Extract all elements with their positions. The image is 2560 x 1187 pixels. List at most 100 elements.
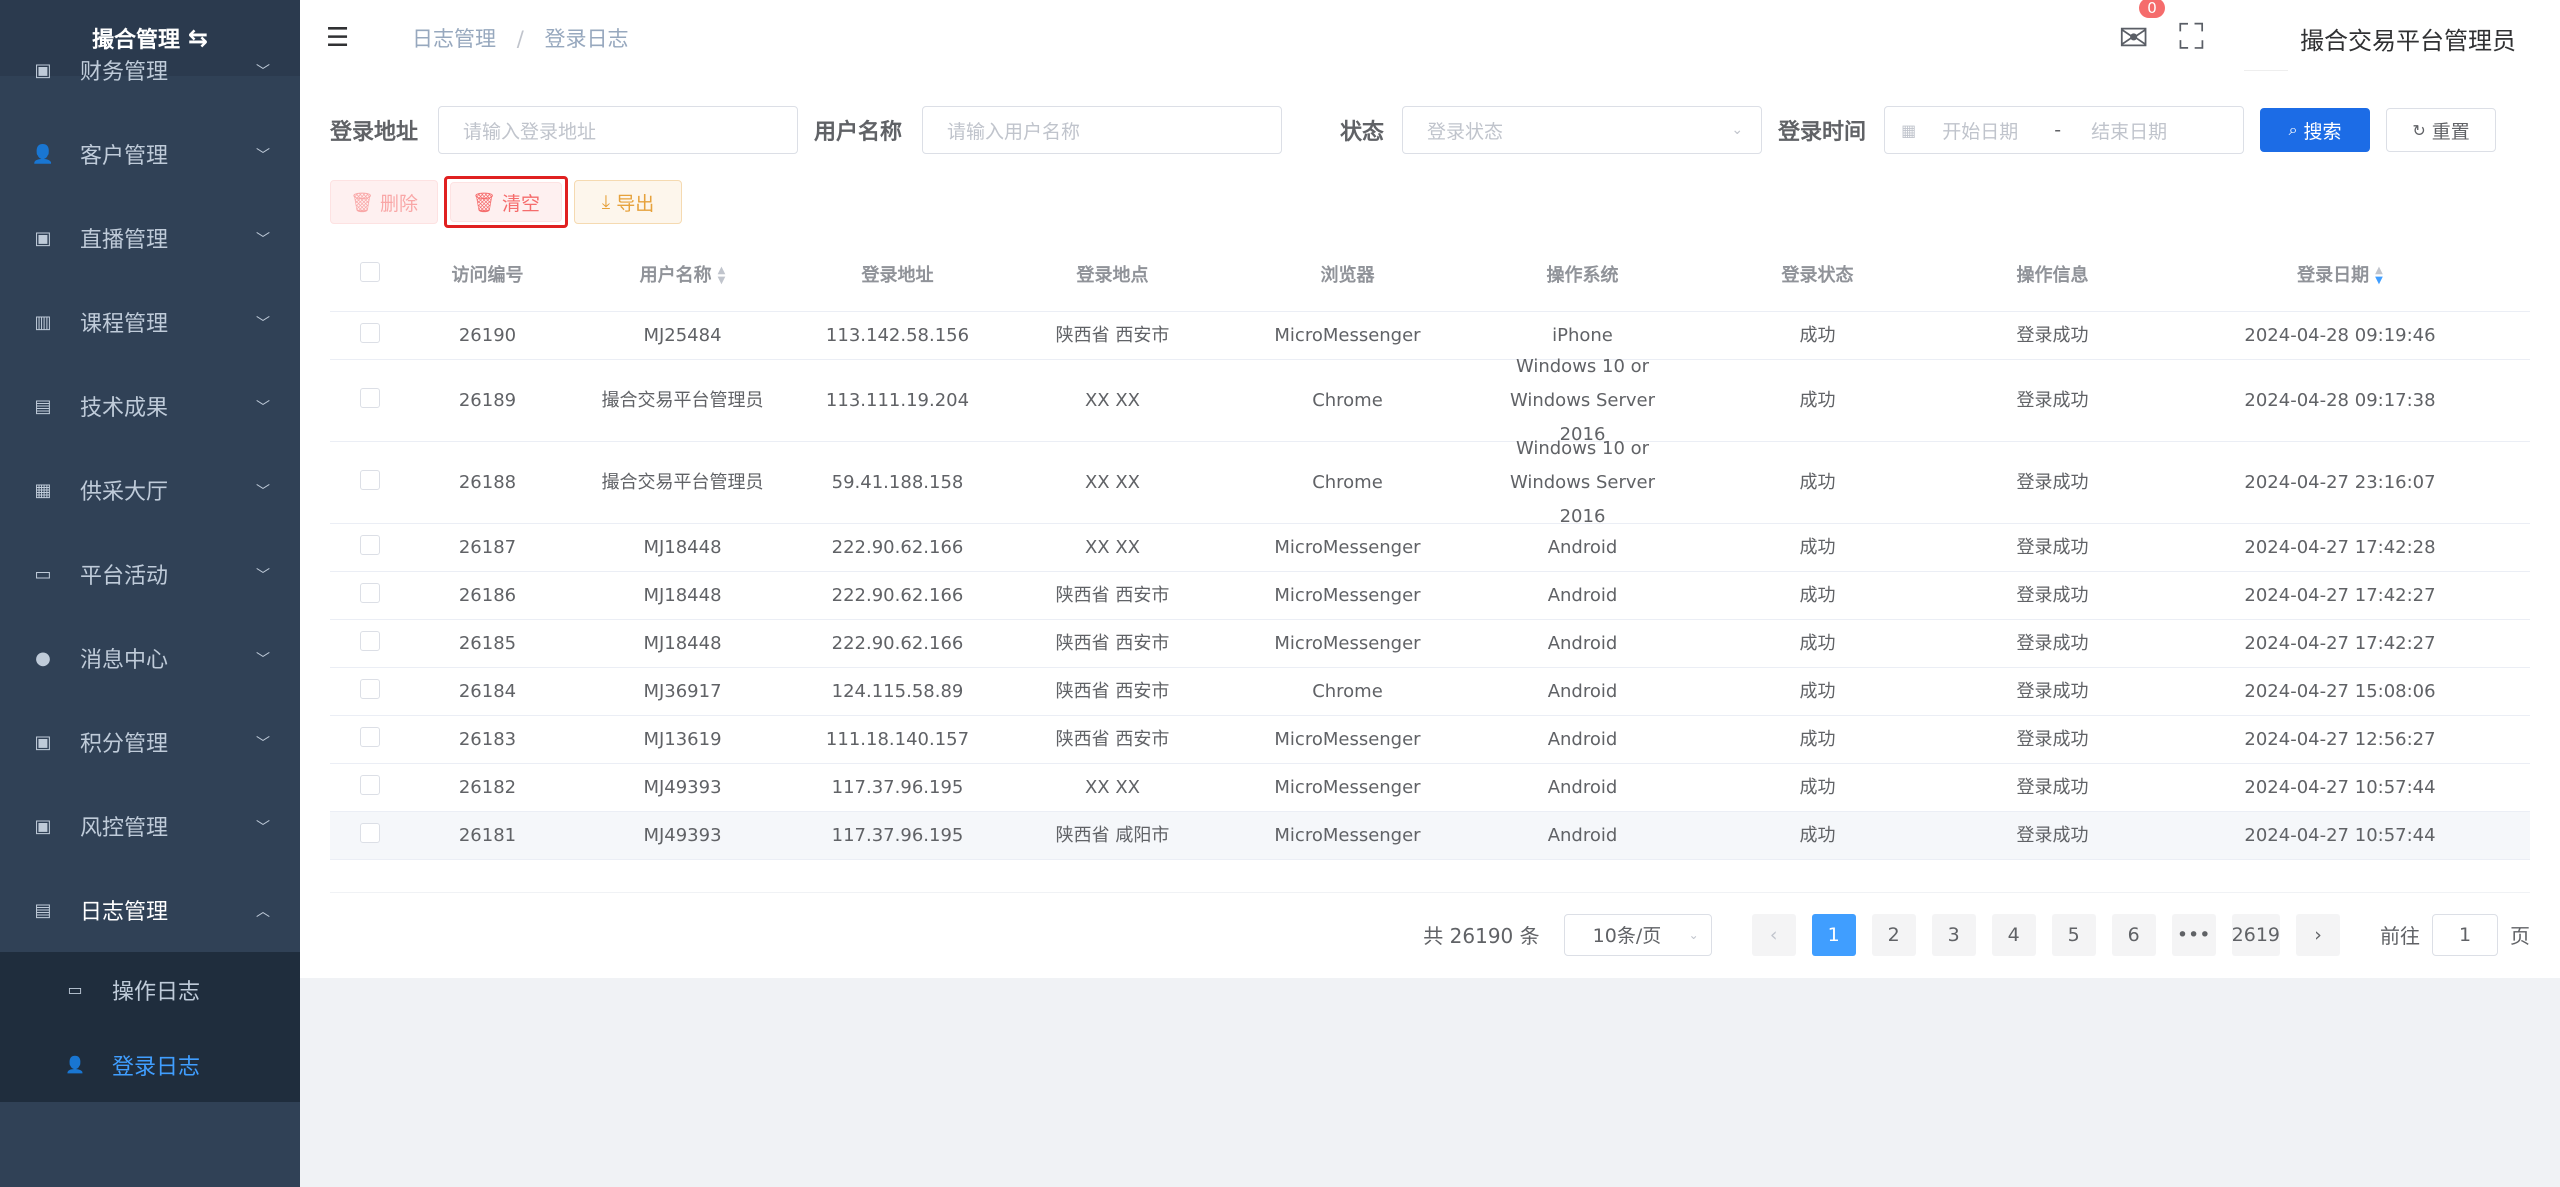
table-row[interactable]: 26189 撮合交易平台管理员 113.111.19.204 XX XX Chrome W… — [330, 356, 2530, 445]
sidebar-item-4[interactable]: ▤ 技术成果 ﹀ — [0, 364, 300, 448]
table-cell: 2024-04-27 15:08:06 — [2244, 680, 2436, 702]
total-count: 共 26190 条 — [1423, 924, 1540, 948]
goto-page-input[interactable]: 1 — [2432, 913, 2498, 956]
submenu-item-1[interactable]: 👤 登录日志 — [0, 1027, 300, 1102]
table-cell: 成功 — [1799, 471, 1836, 493]
table-row[interactable]: 26188 撮合交易平台管理员 59.41.188.158 XX XX Chrome Wi… — [330, 438, 2530, 527]
table-cell: 26188 — [458, 471, 517, 493]
page-size-select[interactable]: 10条/页 ⌄ — [1563, 913, 1712, 956]
page-button[interactable]: 3 — [1931, 913, 1976, 956]
row-checkbox[interactable] — [360, 775, 380, 795]
sort-icon[interactable]: ▲ ▼ — [718, 265, 726, 286]
sidebar-item-5[interactable]: ▦ 供采大厅 ﹀ — [0, 448, 300, 532]
table-row[interactable]: 26181 MJ49393 117.37.96.195 陕西省 咸阳市 MicroMes… — [330, 812, 2530, 860]
sidebar-item-9[interactable]: ▣ 风控管理 ﹀ — [0, 784, 300, 868]
chevron-down-icon: ﹀ — [256, 148, 270, 164]
table-row[interactable]: 26183 MJ13619 111.18.140.157 陕西省 西安市 MicroMe… — [330, 716, 2530, 764]
end-date[interactable]: 结束日期 — [2091, 117, 2167, 144]
sidebar-item-10[interactable]: ▤ 日志管理 ︿ — [0, 868, 300, 952]
submenu-item-0[interactable]: ▭ 操作日志 — [0, 952, 300, 1027]
page-button[interactable]: 5 — [2051, 913, 2096, 956]
fullscreen-icon[interactable]: ⛶ — [2179, 17, 2204, 59]
hamburger-icon[interactable]: ☰ — [326, 23, 350, 53]
start-date[interactable]: 开始日期 — [1942, 117, 2018, 144]
table-cell: 117.37.96.195 — [831, 824, 964, 846]
prev-page-button[interactable]: ‹ — [1751, 913, 1796, 956]
date-range-picker[interactable]: ▦ 开始日期 - 结束日期 — [1884, 106, 2245, 154]
page-button[interactable]: 2 — [1871, 913, 1916, 956]
sidebar-item-3[interactable]: ▥ 课程管理 ﹀ — [0, 280, 300, 364]
sidebar-item-7[interactable]: ● 消息中心 ﹀ — [0, 616, 300, 700]
select-all-checkbox[interactable] — [360, 261, 380, 282]
sidebar-item-8[interactable]: ▣ 积分管理 ﹀ — [0, 700, 300, 784]
table-cell: XX XX — [1084, 776, 1141, 798]
sidebar-item-6[interactable]: ▭ 平台活动 ﹀ — [0, 532, 300, 616]
clear-highlight: 🗑 清空 — [444, 176, 568, 228]
chevron-down-icon: ﹀ — [256, 820, 270, 836]
chevron-down-icon: ﹀ — [256, 652, 270, 668]
page-button[interactable]: 4 — [1991, 913, 2036, 956]
table-cell: Chrome — [1312, 680, 1383, 702]
page-button[interactable]: 1 — [1811, 913, 1856, 956]
more-pages-icon[interactable]: ••• — [2171, 913, 2216, 956]
row-checkbox[interactable] — [360, 535, 380, 555]
table-cell: 登录成功 — [2016, 728, 2089, 750]
row-checkbox[interactable] — [360, 470, 380, 490]
table-cell: MicroMessenger — [1274, 824, 1421, 846]
breadcrumb-item-log[interactable]: 日志管理 — [412, 27, 496, 51]
action-bar: 🗑 删除 🗑 清空 ⤓ 导出 — [330, 176, 682, 228]
row-checkbox[interactable] — [360, 323, 380, 343]
sidebar-item-1[interactable]: 👤 客户管理 ﹀ — [0, 112, 300, 196]
table-cell: 26186 — [458, 584, 517, 606]
user-label: 用户名称 — [814, 120, 903, 145]
table-row[interactable]: 26185 MJ18448 222.90.62.166 陕西省 西安市 MicroMes… — [330, 620, 2530, 668]
doc-icon: ▤ — [34, 395, 52, 417]
table-cell: 26187 — [458, 536, 517, 558]
username[interactable]: 撮合交易平台管理员 — [2300, 21, 2516, 56]
table-row[interactable]: 26187 MJ18448 222.90.62.166 XX XX MicroMesse… — [330, 524, 2530, 572]
table-cell: 26190 — [458, 324, 517, 346]
row-checkbox[interactable] — [360, 679, 380, 699]
table-row[interactable]: 26190 MJ25484 113.142.58.156 陕西省 西安市 MicroMe… — [330, 312, 2530, 360]
table-cell: MJ49393 — [643, 824, 722, 846]
breadcrumb: 日志管理 / 登录日志 — [412, 27, 629, 51]
table-cell: 2024-04-27 10:57:44 — [2244, 776, 2436, 798]
monitor-icon: ▭ — [34, 563, 52, 585]
table-row[interactable]: 26184 MJ36917 124.115.58.89 陕西省 西安市 Chrome An… — [330, 668, 2530, 716]
row-checkbox[interactable] — [360, 631, 380, 651]
row-checkbox[interactable] — [360, 388, 380, 408]
table-row[interactable]: 26186 MJ18448 222.90.62.166 陕西省 西安市 MicroMes… — [330, 572, 2530, 620]
clear-button[interactable]: 🗑 清空 — [450, 182, 562, 222]
sidebar-item-0[interactable]: ▣ 财务管理 ﹀ — [0, 28, 300, 112]
row-checkbox[interactable] — [360, 727, 380, 747]
search-form: 登录地址 请输入登录地址 用户名称 请输入用户名称 状态 登录状态 ⌄ 登录时间… — [330, 106, 2497, 154]
table-cell: 成功 — [1799, 728, 1836, 750]
table-cell: 26184 — [458, 680, 517, 702]
next-page-button[interactable]: › — [2296, 913, 2340, 956]
sidebar-item-2[interactable]: ▣ 直播管理 ﹀ — [0, 196, 300, 280]
table-cell: Android — [1547, 680, 1618, 702]
login-address-input[interactable]: 请输入登录地址 — [438, 106, 799, 154]
export-button[interactable]: ⤓ 导出 — [574, 180, 682, 224]
table-cell: 陕西省 西安市 — [1055, 632, 1170, 654]
sidebar-item-label: 客户管理 — [80, 144, 169, 169]
table-row[interactable]: 26182 MJ49393 117.37.96.195 XX XX MicroMesse… — [330, 764, 2530, 812]
table-cell: 成功 — [1799, 389, 1836, 411]
sort-icon[interactable]: ▲ ▼ — [2375, 265, 2383, 286]
row-checkbox[interactable] — [360, 823, 380, 843]
avatar[interactable] — [2244, 5, 2288, 71]
search-button[interactable]: ⌕ 搜索 — [2260, 108, 2371, 152]
column-header[interactable]: 用户名称 ▲ ▼ — [565, 261, 800, 287]
username-input[interactable]: 请输入用户名称 — [922, 106, 1283, 154]
reset-button[interactable]: ↻ 重置 — [2386, 108, 2497, 152]
table-cell: 26181 — [458, 824, 517, 846]
status-select[interactable]: 登录状态 ⌄ — [1402, 106, 1763, 154]
delete-button[interactable]: 🗑 删除 — [330, 180, 438, 224]
column-header: 浏览器 — [1320, 264, 1375, 286]
mail-icon[interactable]: ✉ 0 — [2119, 0, 2165, 59]
column-header[interactable]: 登录日期 ▲ ▼ — [2170, 261, 2510, 287]
page-button[interactable]: 2619 — [2231, 913, 2280, 956]
table-cell: 2024-04-27 23:16:07 — [2244, 471, 2436, 493]
page-button[interactable]: 6 — [2111, 913, 2156, 956]
row-checkbox[interactable] — [360, 583, 380, 603]
